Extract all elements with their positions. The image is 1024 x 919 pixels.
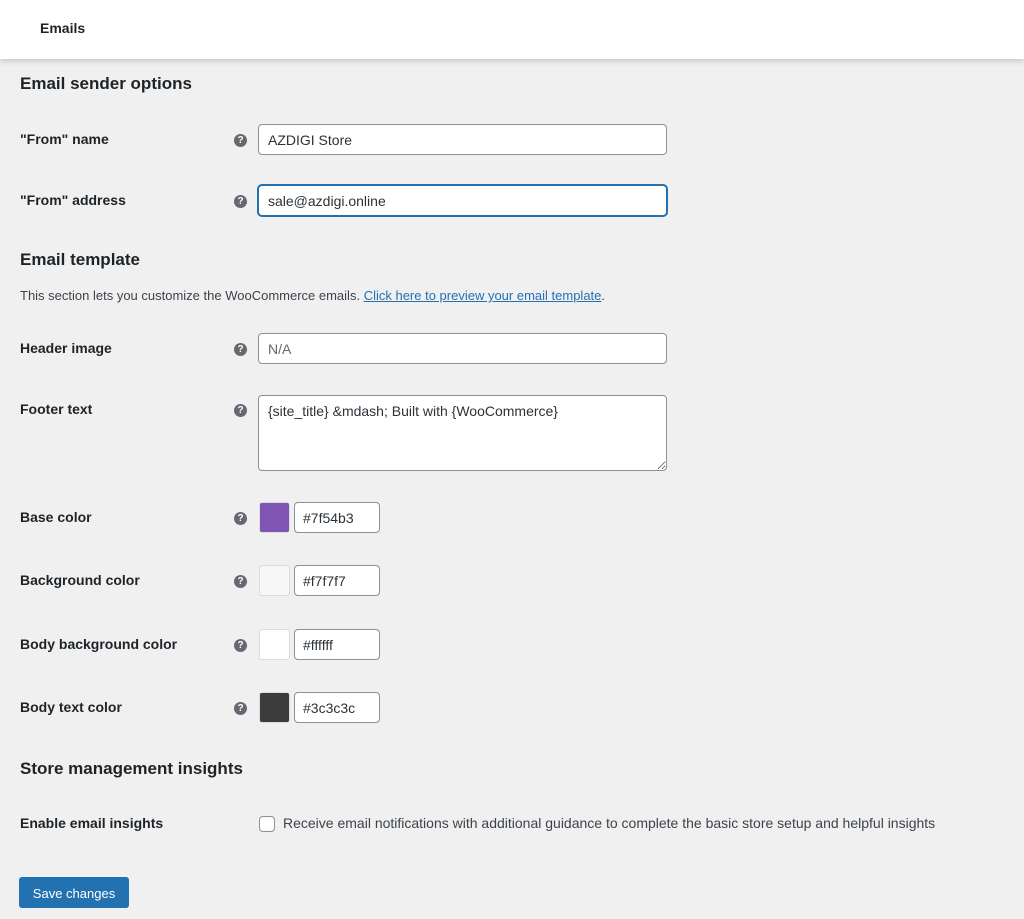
from-address-input[interactable] [258, 185, 667, 216]
template-description: This section lets you customize the WooC… [20, 288, 606, 303]
help-icon[interactable]: ? [234, 512, 247, 525]
header-image-label: Header image [20, 340, 112, 356]
body-text-color-input[interactable] [294, 692, 380, 723]
background-color-swatch[interactable] [259, 565, 290, 596]
body-text-color-label: Body text color [20, 699, 122, 715]
enable-insights-checkbox[interactable] [259, 816, 275, 832]
section-title-template: Email template [20, 250, 140, 269]
help-icon[interactable]: ? [234, 404, 247, 417]
body-text-color-swatch[interactable] [259, 692, 290, 723]
background-color-label: Background color [20, 572, 140, 588]
section-title-sender: Email sender options [20, 74, 192, 93]
description-text: This section lets you customize the WooC… [20, 288, 361, 303]
help-icon[interactable]: ? [234, 702, 247, 715]
help-icon[interactable]: ? [234, 195, 247, 208]
footer-text-label: Footer text [20, 401, 93, 417]
base-color-label: Base color [20, 509, 92, 525]
page-title: Emails [40, 20, 86, 36]
body-background-color-label: Body background color [20, 636, 178, 652]
enable-insights-checkbox-label[interactable]: Receive email notifications with additio… [283, 815, 935, 831]
help-icon[interactable]: ? [234, 343, 247, 356]
section-title-insights: Store management insights [20, 759, 243, 778]
footer-text-textarea[interactable]: {site_title} &mdash; Built with {WooComm… [258, 395, 667, 471]
preview-template-link[interactable]: Click here to preview your email templat… [364, 288, 602, 303]
from-name-input[interactable] [258, 124, 667, 155]
top-bar: Emails [0, 0, 1024, 59]
enable-insights-label: Enable email insights [20, 815, 164, 831]
save-changes-button[interactable]: Save changes [19, 877, 129, 908]
help-icon[interactable]: ? [234, 575, 247, 588]
help-icon[interactable]: ? [234, 639, 247, 652]
base-color-input[interactable] [294, 502, 380, 533]
help-icon[interactable]: ? [234, 134, 247, 147]
background-color-input[interactable] [294, 565, 380, 596]
from-address-label: "From" address [20, 192, 126, 208]
from-name-label: "From" name [20, 131, 109, 147]
header-image-input[interactable] [258, 333, 667, 364]
body-background-color-input[interactable] [294, 629, 380, 660]
body-background-color-swatch[interactable] [259, 629, 290, 660]
base-color-swatch[interactable] [259, 502, 290, 533]
